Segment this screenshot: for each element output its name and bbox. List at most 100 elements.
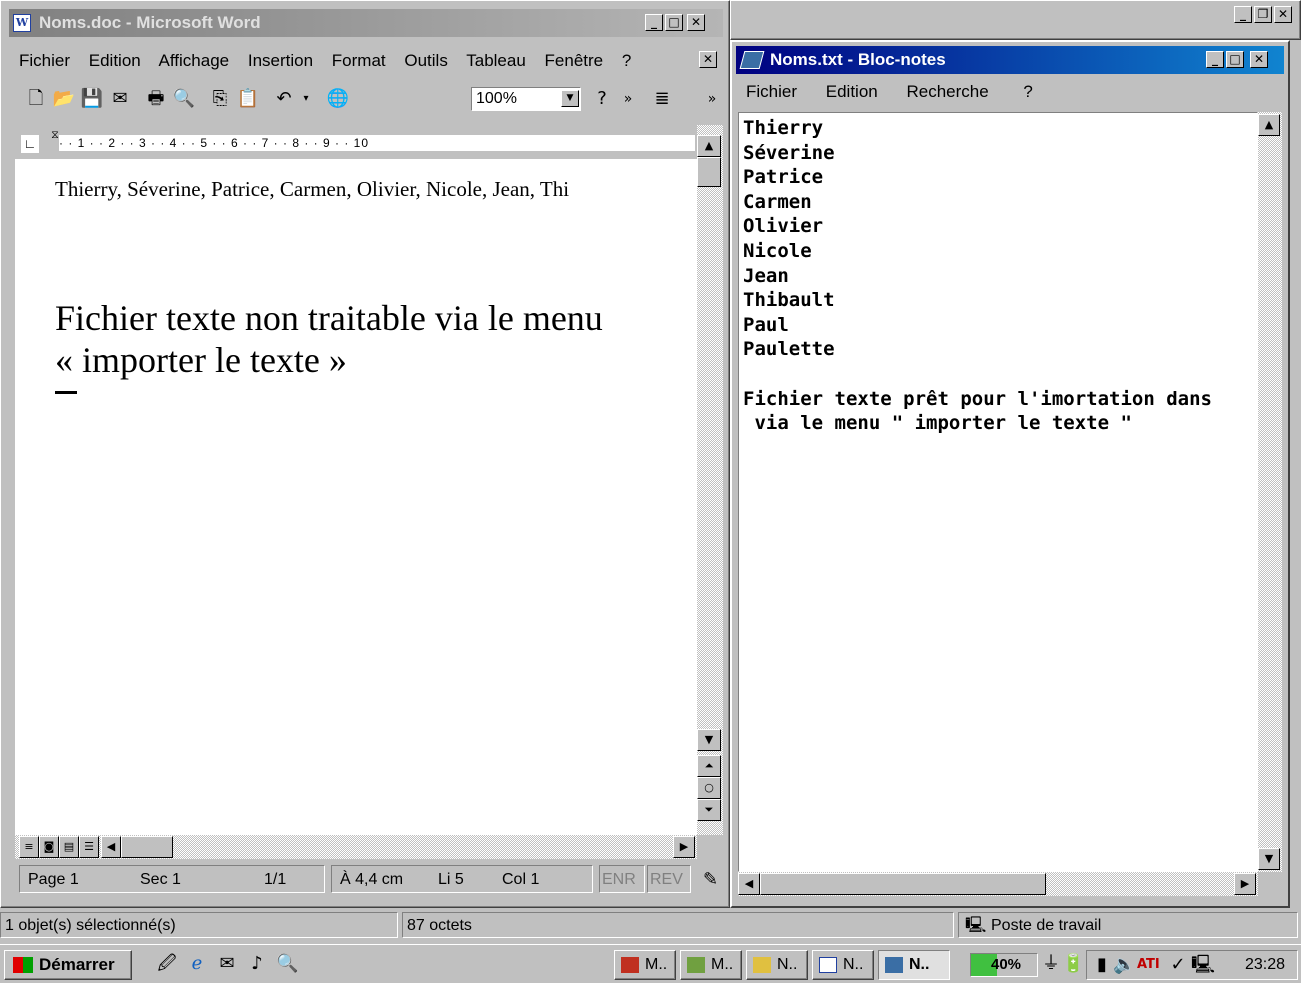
doc-heading-line2: « importer le texte »	[55, 340, 347, 380]
tray-tool-icon[interactable]: ✓	[1167, 954, 1189, 976]
undo-dropdown-icon[interactable]: ▾	[293, 87, 319, 111]
more-buttons-icon[interactable]: »	[615, 87, 641, 111]
notepad-close-button[interactable]: ✕	[1250, 51, 1268, 68]
copy-icon[interactable]: ⎘	[207, 87, 233, 111]
email-icon[interactable]: ✉	[107, 87, 133, 111]
word-vertical-scrollbar[interactable]: ▲ ▼ ⏶ ○ ⏷	[697, 125, 723, 835]
scroll-right-button[interactable]: ▶	[673, 836, 695, 858]
menu-affichage[interactable]: Affichage	[159, 51, 230, 70]
tab-selector-icon[interactable]: ∟	[21, 135, 39, 153]
task-notepad[interactable]: N..	[878, 950, 950, 980]
status-enr[interactable]: ENR	[599, 865, 645, 893]
scroll-down-button[interactable]: ▼	[697, 729, 721, 751]
print-preview-icon[interactable]: 🔍	[171, 87, 197, 111]
np-scroll-up-button[interactable]: ▲	[1258, 114, 1280, 136]
browse-object-button[interactable]: ○	[697, 777, 721, 799]
help-icon[interactable]: ?	[589, 87, 615, 111]
selection-size: 87 octets	[402, 912, 954, 938]
task-word[interactable]: N..	[812, 950, 874, 980]
document-area[interactable]: Thierry, Séverine, Patrice, Carmen, Oliv…	[15, 159, 697, 835]
scroll-left-button[interactable]: ◀	[101, 836, 121, 858]
computer-icon: 🖳	[965, 917, 987, 934]
status-page-group: Page 1 Sec 1 1/1	[19, 865, 325, 893]
notepad-horizontal-scrollbar[interactable]: ◀ ▶	[738, 872, 1258, 896]
menu-outils[interactable]: Outils	[404, 51, 447, 70]
outlook-icon[interactable]: ✉	[216, 953, 238, 975]
status-rev[interactable]: REV	[647, 865, 691, 893]
task-search[interactable]: N..	[746, 950, 808, 980]
show-desktop-icon[interactable]: 🖉	[156, 953, 178, 975]
word-minimize-button[interactable]: _	[645, 14, 663, 31]
save-icon[interactable]: 💾	[79, 87, 105, 111]
notepad-maximize-button[interactable]: □	[1226, 51, 1244, 68]
scroll-thumb[interactable]	[697, 157, 721, 187]
battery-meter[interactable]: 40%	[970, 953, 1038, 977]
menu-fenetre[interactable]: Fenêtre	[545, 51, 604, 70]
scroll-up-button[interactable]: ▲	[697, 135, 721, 157]
np-scroll-right-button[interactable]: ▶	[1234, 873, 1256, 895]
next-page-button[interactable]: ⏷	[697, 799, 721, 821]
tray-monitor-icon[interactable]: 🖳	[1191, 954, 1215, 976]
paste-icon[interactable]: 📋	[235, 87, 261, 111]
print-icon[interactable]: 🖶	[143, 87, 169, 111]
np-scroll-down-button[interactable]: ▼	[1258, 848, 1280, 870]
zoom-dropdown-button[interactable]: ▼	[561, 90, 579, 107]
np-menu-edition[interactable]: Edition	[826, 82, 878, 101]
bg-minimize-button[interactable]: _	[1234, 6, 1252, 23]
menu-help[interactable]: ?	[622, 51, 631, 70]
windows-logo-icon	[13, 957, 33, 973]
doc-close-button[interactable]: ✕	[699, 51, 717, 68]
web-layout-view-icon[interactable]: ◙	[39, 836, 59, 858]
notepad-titlebar[interactable]: Noms.txt - Bloc-notes _ □ ✕	[736, 46, 1284, 74]
battery-percent: 40%	[991, 956, 1022, 973]
task-explorer[interactable]: M..	[680, 950, 742, 980]
internet-explorer-icon[interactable]: ℯ	[186, 953, 208, 975]
search-icon[interactable]: 🔍	[276, 953, 298, 975]
spelling-status-icon[interactable]: ✎	[703, 865, 725, 893]
open-folder-icon[interactable]: 📂	[51, 87, 77, 111]
start-button[interactable]: Démarrer	[4, 950, 132, 980]
word-close-button[interactable]: ✕	[687, 14, 705, 31]
web-globe-icon[interactable]: 🌐	[325, 87, 351, 111]
word-app-icon: W	[13, 14, 31, 32]
menu-format[interactable]: Format	[332, 51, 386, 70]
np-scroll-left-button[interactable]: ◀	[738, 873, 760, 895]
media-player-icon[interactable]: ♪	[246, 953, 268, 975]
clock[interactable]: 23:28	[1245, 951, 1285, 979]
task-powerpoint[interactable]: M..	[614, 950, 676, 980]
menu-insertion[interactable]: Insertion	[248, 51, 313, 70]
notepad-text-area[interactable]: Thierry Séverine Patrice Carmen Olivier …	[738, 112, 1258, 872]
print-layout-view-icon[interactable]: ▤	[59, 836, 79, 858]
more-buttons-2-icon[interactable]: »	[699, 87, 725, 111]
word-titlebar[interactable]: W Noms.doc - Microsoft Word _ □ ✕	[9, 9, 723, 37]
np-menu-fichier[interactable]: Fichier	[746, 82, 797, 101]
background-window-controls: _ ❐ ✕	[1234, 6, 1301, 26]
previous-page-button[interactable]: ⏶	[697, 755, 721, 777]
hscroll-thumb[interactable]	[121, 836, 173, 858]
word-maximize-button[interactable]: □	[665, 14, 683, 31]
horizontal-ruler[interactable]: ∟ ⧖ · · 1 · · 2 · · 3 · · 4 · · 5 · · 6 …	[15, 127, 697, 157]
background-window	[730, 0, 1301, 40]
start-label: Démarrer	[39, 955, 115, 974]
zoom-combobox[interactable]: 100% ▼	[471, 87, 581, 111]
outline-view-icon[interactable]: ☰	[79, 836, 99, 858]
notepad-minimize-button[interactable]: _	[1206, 51, 1224, 68]
battery-icon[interactable]: 🔋	[1062, 953, 1084, 975]
np-menu-help[interactable]: ?	[1023, 82, 1032, 101]
ati-icon[interactable]: ATI	[1137, 954, 1160, 976]
menu-fichier[interactable]: Fichier	[19, 51, 70, 70]
tray-battery-icon[interactable]: ▮	[1091, 954, 1113, 976]
bg-close-button[interactable]: ✕	[1274, 6, 1292, 23]
notepad-vertical-scrollbar[interactable]: ▲ ▼	[1258, 112, 1282, 872]
align-justify-icon[interactable]: ≣	[649, 87, 675, 111]
np-menu-recherche[interactable]: Recherche	[906, 82, 988, 101]
normal-view-icon[interactable]: ≡	[19, 836, 39, 858]
menu-edition[interactable]: Edition	[89, 51, 141, 70]
volume-icon[interactable]: 🔈	[1113, 954, 1135, 976]
menu-tableau[interactable]: Tableau	[466, 51, 526, 70]
bg-restore-button[interactable]: ❐	[1254, 6, 1272, 23]
np-hscroll-thumb[interactable]	[760, 873, 1046, 895]
word-horizontal-scrollbar[interactable]: ≡ ◙ ▤ ☰ ◀ ▶	[15, 835, 697, 859]
new-document-icon[interactable]: 🗋	[23, 87, 49, 111]
power-plug-icon[interactable]: ⏚	[1040, 953, 1062, 975]
